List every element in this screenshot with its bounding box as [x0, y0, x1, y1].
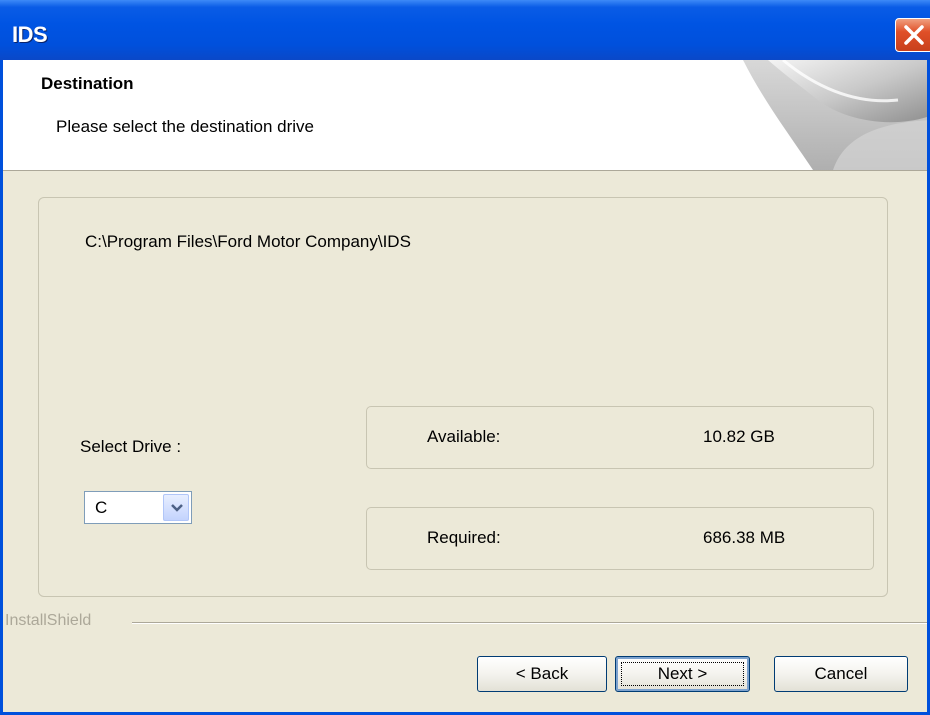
installshield-brand: InstallShield	[5, 612, 92, 629]
drive-select[interactable]: C	[84, 491, 192, 524]
close-button[interactable]	[895, 18, 930, 52]
page-title: Destination	[41, 74, 134, 93]
available-value: 10.82 GB	[703, 427, 775, 446]
focus-rectangle	[621, 662, 744, 686]
close-icon	[904, 25, 924, 45]
title-bar[interactable]: IDS	[0, 0, 930, 60]
drive-select-dropdown-button[interactable]	[163, 494, 189, 521]
required-space-box: Required: 686.38 MB	[366, 507, 874, 570]
installer-window: IDS Destination Please select the destin…	[0, 0, 930, 715]
available-space-box: Available: 10.82 GB	[366, 406, 874, 469]
select-drive-label: Select Drive :	[80, 437, 182, 456]
drive-select-value: C	[95, 498, 108, 517]
footer-separator	[132, 622, 927, 624]
window-title: IDS	[12, 22, 48, 47]
cancel-button[interactable]: Cancel	[774, 656, 908, 692]
page-subtitle: Please select the destination drive	[56, 117, 314, 136]
next-button[interactable]: Next >	[615, 656, 750, 692]
back-button[interactable]: < Back	[477, 656, 607, 692]
destination-path: C:\Program Files\Ford Motor Company\IDS	[85, 232, 411, 251]
chevron-down-icon	[171, 504, 183, 512]
page-curl-graphic	[743, 60, 927, 170]
required-label: Required:	[427, 528, 501, 547]
wizard-header: Destination Please select the destinatio…	[3, 60, 927, 171]
available-label: Available:	[427, 427, 501, 446]
required-value: 686.38 MB	[703, 528, 786, 547]
